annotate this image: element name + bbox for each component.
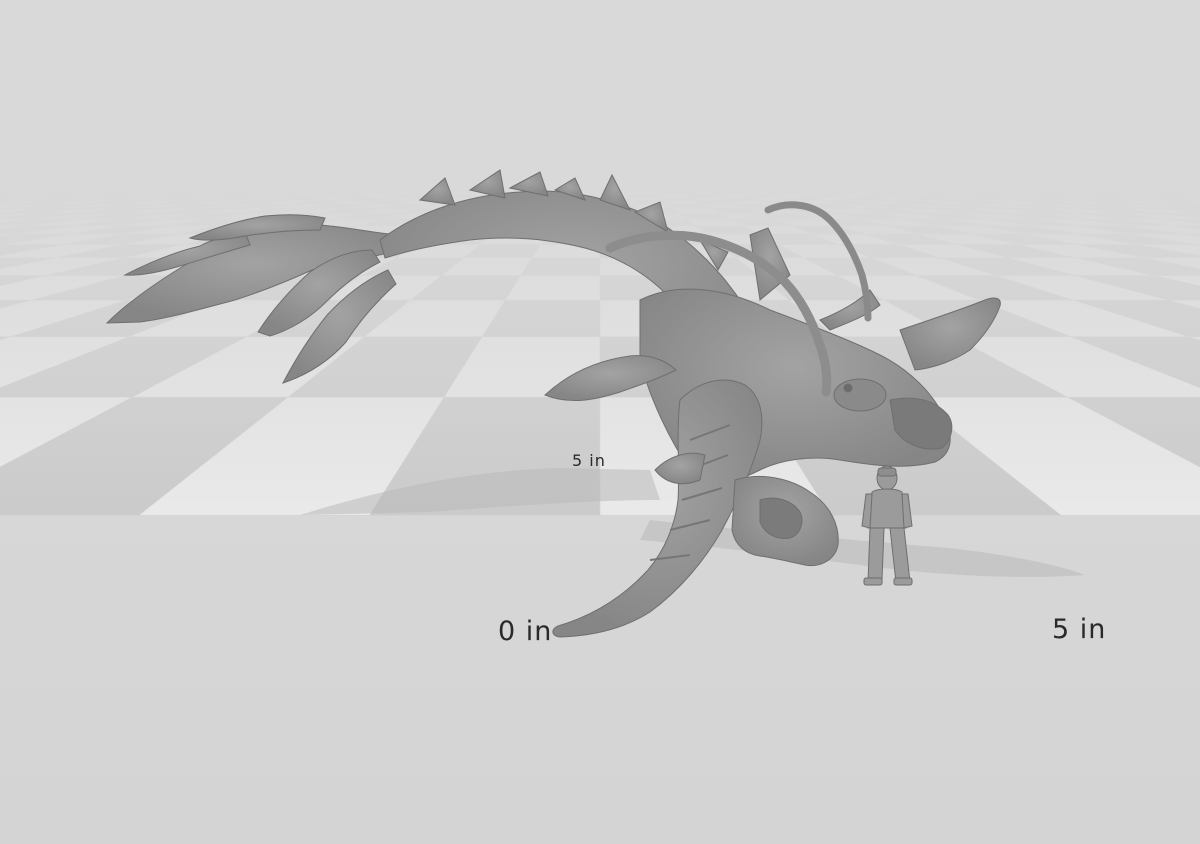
3d-model-viewport[interactable]: 5 in 0 in 5 in — [0, 0, 1200, 844]
ruler-label-front-5in: 5 in — [1052, 614, 1107, 645]
ruler-label-back-5in: 5 in — [572, 451, 606, 470]
horizon-fog — [0, 0, 1200, 844]
ruler-label-front-0in: 0 in — [498, 616, 553, 647]
scene-canvas — [0, 0, 1200, 844]
